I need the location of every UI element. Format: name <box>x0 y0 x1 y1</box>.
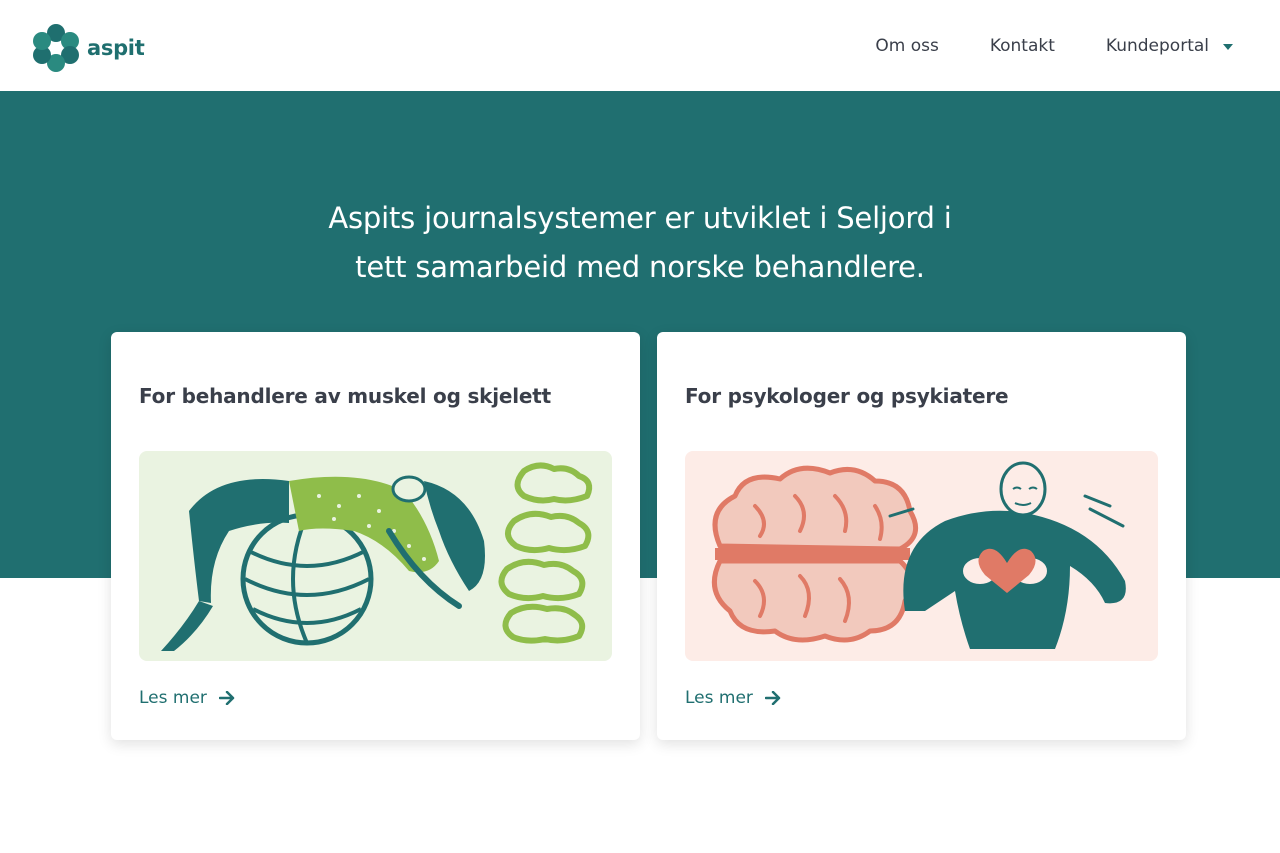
hero-title-line-2: tett samarbeid med norske behandlere. <box>355 250 925 284</box>
psychology-illustration <box>685 451 1158 661</box>
nav-kontakt[interactable]: Kontakt <box>990 36 1055 56</box>
card-title: For behandlere av muskel og skjelett <box>139 384 552 408</box>
aspit-flower-icon <box>33 24 79 72</box>
les-mer-label: Les mer <box>685 688 753 708</box>
site-header: aspit Om oss Kontakt Kundeportal <box>0 0 1280 91</box>
caret-down-icon <box>1223 44 1233 50</box>
hero-title: Aspits journalsystemer er utviklet i Sel… <box>240 194 1040 292</box>
nav-kundeportal-label: Kundeportal <box>1105 36 1209 56</box>
card-muskel-skjelett: For behandlere av muskel og skjelett Les… <box>111 332 640 740</box>
nav-kundeportal[interactable]: Kundeportal <box>1106 36 1233 56</box>
card-psykologer: For psykologer og psykiatere Les mer <box>657 332 1186 740</box>
musculoskeletal-illustration <box>139 451 612 661</box>
brand-logo[interactable]: aspit <box>33 24 145 72</box>
hero-title-line-1: Aspits journalsystemer er utviklet i Sel… <box>328 201 952 235</box>
arrow-right-icon <box>218 691 235 705</box>
nav-om-oss[interactable]: Om oss <box>875 36 938 56</box>
brain-and-heart-illustration <box>711 461 1126 649</box>
woman-on-ball-illustration <box>161 462 593 651</box>
brand-name: aspit <box>87 36 145 60</box>
les-mer-link[interactable]: Les mer <box>139 688 235 708</box>
les-mer-link[interactable]: Les mer <box>685 688 781 708</box>
main-nav: Om oss Kontakt Kundeportal <box>875 36 1233 56</box>
card-title: For psykologer og psykiatere <box>685 384 1009 408</box>
les-mer-label: Les mer <box>139 688 207 708</box>
arrow-right-icon <box>764 691 781 705</box>
